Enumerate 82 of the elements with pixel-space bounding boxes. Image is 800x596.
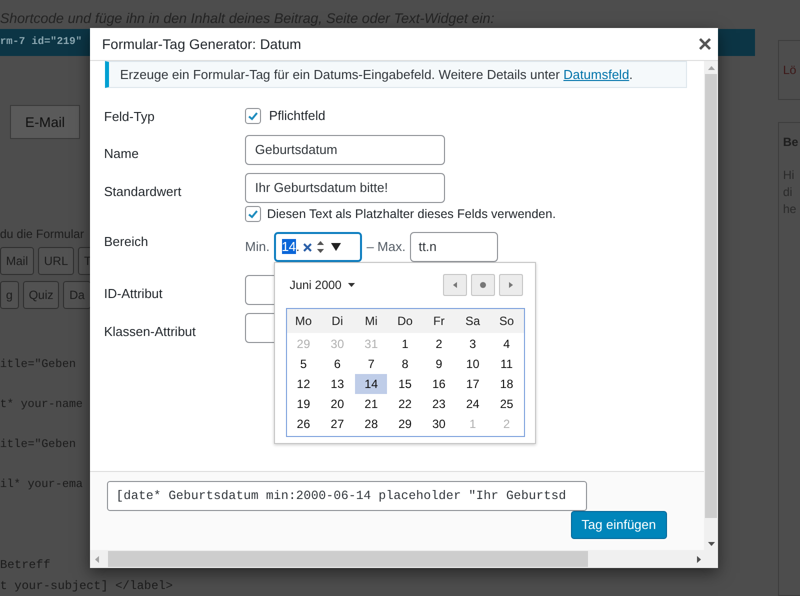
min-label: Min. bbox=[245, 238, 270, 256]
calendar-day[interactable]: 17 bbox=[456, 374, 489, 394]
weekday-header: Fr bbox=[432, 313, 446, 330]
weekday-header: Mi bbox=[364, 313, 379, 330]
vertical-scrollbar[interactable] bbox=[704, 61, 718, 550]
calendar-day[interactable]: 13 bbox=[321, 374, 354, 394]
left-triangle-icon bbox=[452, 282, 457, 288]
max-label: – Max. bbox=[366, 238, 406, 256]
field-label: Klassen-Attribut bbox=[104, 323, 197, 341]
close-icon[interactable] bbox=[699, 38, 711, 50]
text-field[interactable]: Ihr Geburtsdatum bitte! bbox=[245, 173, 445, 203]
field-label: Standardwert bbox=[104, 183, 182, 201]
date-field[interactable]: 14. bbox=[274, 232, 362, 262]
shortcode-text: rm-7 id="219" bbox=[0, 34, 82, 50]
calendar-day[interactable]: 3 bbox=[456, 334, 489, 354]
right-triangle-icon bbox=[508, 282, 513, 288]
checkmark-icon bbox=[247, 208, 259, 220]
checkbox-label: Pflichtfeld bbox=[269, 107, 326, 125]
month-dropdown[interactable]: Juni 2000 bbox=[286, 276, 355, 294]
field-label: Feld-Typ bbox=[104, 108, 156, 126]
calendar-day[interactable]: 12 bbox=[288, 374, 320, 394]
scroll-down-icon[interactable] bbox=[708, 542, 714, 546]
date-field[interactable]: tt.n bbox=[410, 232, 498, 262]
calendar-day[interactable]: 14 bbox=[355, 374, 388, 394]
calendar-day[interactable]: 4 bbox=[490, 334, 523, 354]
calendar-day[interactable]: 21 bbox=[355, 394, 388, 414]
field-label: ID-Attribut bbox=[104, 285, 164, 303]
weekday-header: Do bbox=[396, 313, 414, 330]
date-segment: 14. bbox=[282, 238, 300, 256]
calendar-day[interactable]: 26 bbox=[288, 414, 320, 434]
insert-tag-button[interactable]: Tag einfügen bbox=[570, 511, 667, 539]
clear-icon[interactable] bbox=[302, 242, 312, 252]
tag-code-field[interactable]: [date* Geburtsdatum min:2000-06-14 placeholder "Ihr Geburtsd bbox=[107, 481, 587, 511]
calendar-day[interactable]: 30 bbox=[422, 414, 455, 434]
previous-month-button[interactable] bbox=[442, 274, 467, 296]
next-month-button[interactable] bbox=[498, 274, 523, 296]
spinner-icon[interactable] bbox=[316, 240, 325, 254]
checkmark-icon bbox=[247, 110, 259, 122]
calendar-day[interactable]: 7 bbox=[355, 354, 388, 374]
dot-icon bbox=[480, 282, 486, 288]
calendar-day[interactable]: 1 bbox=[389, 334, 421, 354]
scroll-left-icon[interactable] bbox=[95, 556, 99, 562]
calendar-day[interactable]: 11 bbox=[490, 354, 523, 374]
calendar-day[interactable]: 22 bbox=[389, 394, 421, 414]
calendar-day[interactable]: 29 bbox=[389, 414, 421, 434]
calendar-day[interactable]: 19 bbox=[288, 394, 320, 414]
notice-text: Erzeuge ein Formular-Tag für ein Datums-Eingabefeld. Weitere Details unter Datumsfeld. bbox=[120, 66, 633, 84]
weekday-header: Sa bbox=[464, 313, 482, 330]
calendar-day[interactable]: 27 bbox=[321, 414, 354, 434]
calendar-day[interactable]: 23 bbox=[422, 394, 455, 414]
weekday-header: So bbox=[498, 313, 515, 330]
dialog-title: Formular-Tag Generator: Datum bbox=[102, 34, 302, 54]
scrollbar-thumb[interactable] bbox=[108, 551, 588, 567]
calendar-day[interactable]: 5 bbox=[288, 354, 320, 374]
checkbox-label: Diesen Text als Platzhalter dieses Felds verwenden. bbox=[267, 206, 556, 223]
horizontal-scrollbar[interactable] bbox=[90, 550, 718, 568]
checkbox[interactable] bbox=[245, 108, 261, 124]
calendar-day[interactable]: 25 bbox=[490, 394, 523, 414]
text-field[interactable]: Geburtsdatum bbox=[245, 135, 445, 165]
calendar-day[interactable]: 6 bbox=[321, 354, 354, 374]
calendar-day[interactable]: 15 bbox=[389, 374, 421, 394]
calendar-day[interactable]: 9 bbox=[422, 354, 455, 374]
field-label: Name bbox=[104, 145, 140, 163]
scrollbar-thumb[interactable] bbox=[705, 74, 717, 518]
details-link[interactable]: Datumsfeld bbox=[563, 66, 630, 82]
calendar-day[interactable]: 2 bbox=[422, 334, 455, 354]
calendar-day[interactable]: 28 bbox=[355, 414, 388, 434]
weekday-header: Mo bbox=[294, 313, 313, 330]
scroll-up-icon[interactable] bbox=[708, 66, 714, 70]
calendar-day[interactable]: 20 bbox=[321, 394, 354, 414]
today-button[interactable] bbox=[470, 274, 495, 296]
dropdown-icon[interactable] bbox=[330, 243, 341, 251]
calendar-day[interactable]: 18 bbox=[490, 374, 523, 394]
caret-icon bbox=[348, 283, 355, 287]
weekday-header: Di bbox=[330, 313, 344, 330]
calendar-day[interactable]: 16 bbox=[422, 374, 455, 394]
scroll-right-icon[interactable] bbox=[697, 556, 701, 562]
calendar-day[interactable]: 10 bbox=[456, 354, 489, 374]
calendar-day[interactable]: 24 bbox=[456, 394, 489, 414]
checkbox[interactable] bbox=[245, 206, 261, 222]
calendar-day[interactable]: 8 bbox=[389, 354, 421, 374]
field-label: Bereich bbox=[104, 233, 150, 251]
